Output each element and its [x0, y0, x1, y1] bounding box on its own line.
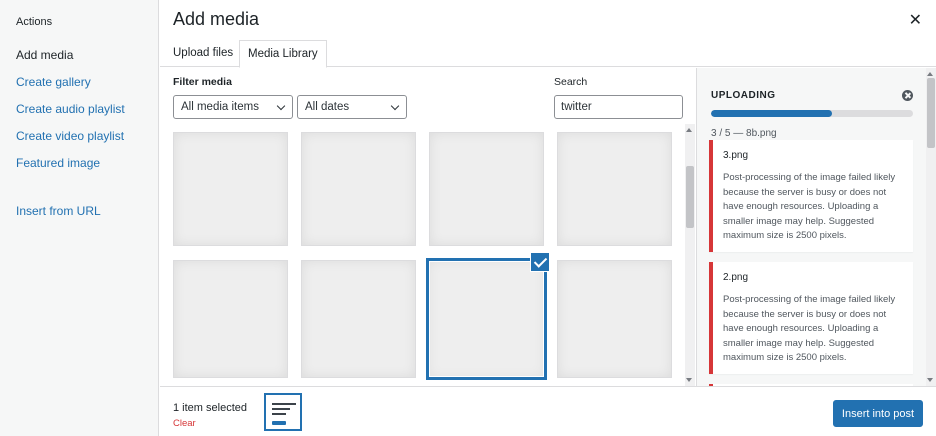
media-tile-selected[interactable]: [426, 258, 547, 380]
dismiss-icon[interactable]: [902, 90, 913, 101]
chevron-down-icon: [390, 101, 400, 111]
search-input[interactable]: [554, 95, 683, 119]
upload-error-item: 3.png Post-processing of the image faile…: [709, 140, 913, 252]
upload-progress-fill: [711, 110, 833, 117]
selection-count: 1 item selected: [173, 402, 247, 414]
tab-media-library[interactable]: Media Library: [239, 40, 327, 68]
upload-error-filename: 2.png: [723, 272, 749, 283]
upload-scrollbar-thumb[interactable]: [927, 78, 935, 148]
modal-title: Add media: [173, 9, 260, 29]
checkmark-icon[interactable]: [530, 252, 550, 272]
media-grid: [160, 124, 695, 386]
upload-title: UPLOADING: [711, 90, 776, 101]
media-tile[interactable]: [301, 132, 416, 246]
upload-error-message: Post-processing of the image failed like…: [723, 294, 896, 363]
upload-error-message: Post-processing of the image failed like…: [723, 172, 896, 241]
search-label: Search: [554, 76, 588, 88]
sidebar-item-create-video-playlist[interactable]: Create video playlist: [16, 129, 124, 143]
scroll-up-icon[interactable]: [927, 72, 933, 76]
upload-status: 3 / 5 — 8b.png: [711, 128, 777, 139]
media-tile[interactable]: [557, 260, 672, 378]
upload-panel: UPLOADING 3 / 5 — 8b.png 3.png Post-proc…: [696, 68, 936, 386]
media-tile[interactable]: [557, 132, 672, 246]
upload-error-filename: 3.png: [723, 150, 749, 161]
tab-upload-files[interactable]: Upload files: [165, 40, 241, 67]
selected-thumbnail[interactable]: [264, 393, 302, 431]
upload-error-item: 2.png Post-processing of the image faile…: [709, 262, 913, 374]
upload-scrollbar[interactable]: [926, 68, 936, 386]
filter-media-label: Filter media: [173, 76, 232, 88]
media-tile[interactable]: [301, 260, 416, 378]
media-tile[interactable]: [173, 132, 288, 246]
sidebar-item-create-gallery[interactable]: Create gallery: [16, 75, 91, 89]
upload-progress-bar: [711, 110, 913, 117]
grid-scrollbar[interactable]: [685, 124, 695, 386]
sidebar-item-insert-from-url[interactable]: Insert from URL: [16, 204, 101, 218]
media-tile[interactable]: [429, 132, 544, 246]
scroll-down-icon[interactable]: [927, 378, 933, 382]
clear-selection-link[interactable]: Clear: [173, 418, 196, 429]
close-icon[interactable]: ✕: [909, 10, 922, 30]
media-toolbar: 1 item selected Clear Insert into post: [160, 386, 936, 436]
date-select-value: All dates: [305, 101, 350, 113]
insert-into-post-button[interactable]: Insert into post: [833, 400, 923, 427]
scroll-up-icon[interactable]: [686, 128, 692, 132]
sidebar-item-featured-image[interactable]: Featured image: [16, 156, 100, 170]
scroll-down-icon[interactable]: [686, 378, 692, 382]
sidebar-heading: Actions: [16, 16, 53, 28]
media-sidebar: Actions Add media Create gallery Create …: [0, 0, 159, 436]
sidebar-item-add-media[interactable]: Add media: [16, 48, 73, 62]
sidebar-item-create-audio-playlist[interactable]: Create audio playlist: [16, 102, 125, 116]
media-tile[interactable]: [173, 260, 288, 378]
date-select[interactable]: All dates: [297, 95, 407, 119]
media-tabs: Upload files Media Library: [160, 40, 936, 68]
grid-scrollbar-thumb[interactable]: [686, 166, 694, 228]
media-type-select[interactable]: All media items: [173, 95, 293, 119]
chevron-down-icon: [276, 101, 286, 111]
media-type-select-value: All media items: [181, 101, 259, 113]
